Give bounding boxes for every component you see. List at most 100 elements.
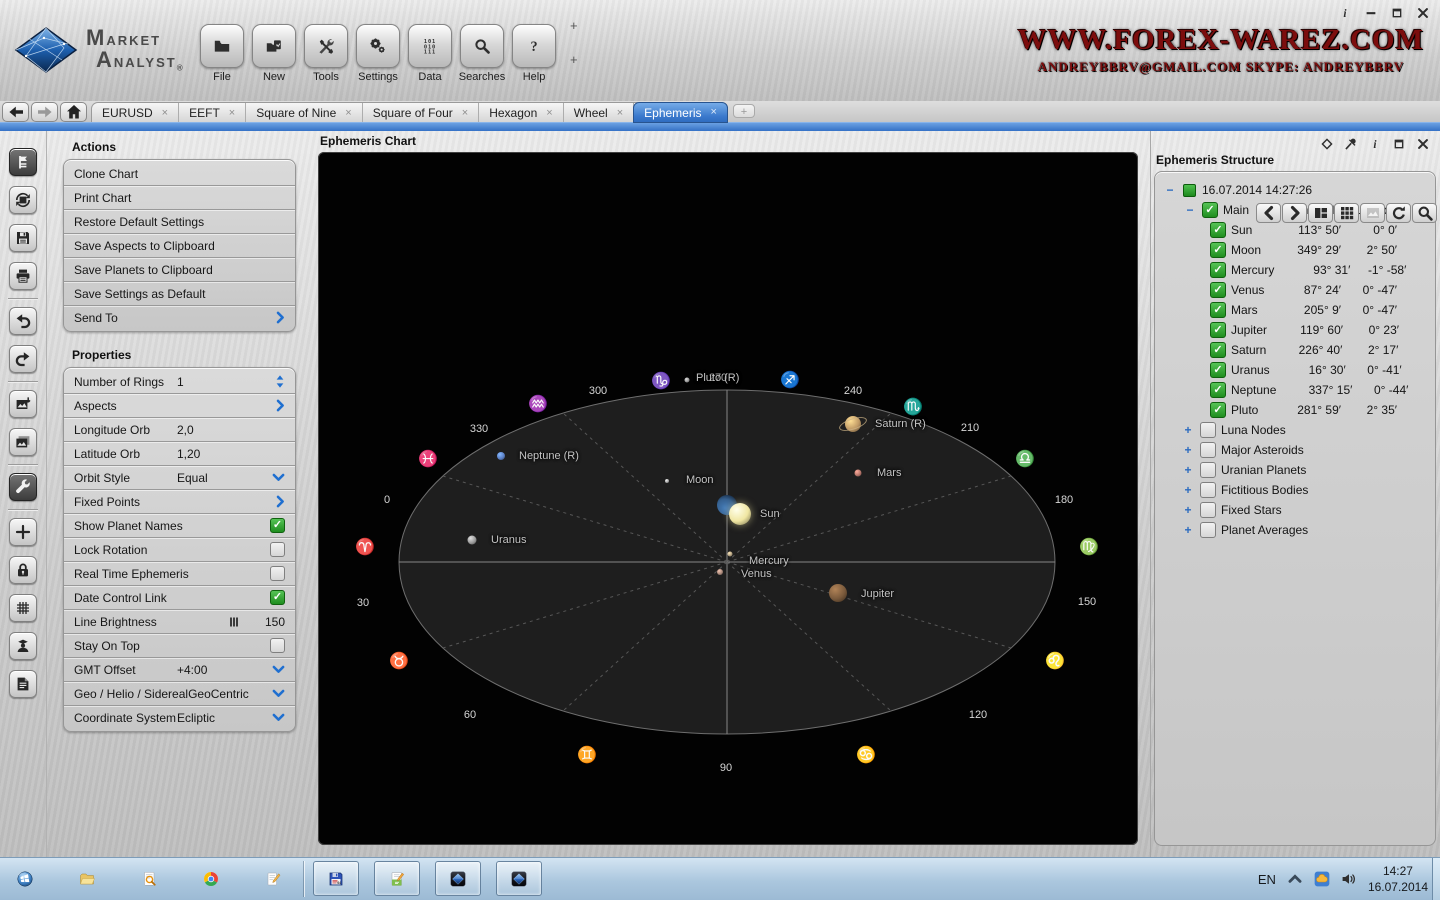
- pin-icon[interactable]: [1344, 137, 1358, 151]
- property-row-orbit-style[interactable]: Orbit StyleEqual: [64, 466, 295, 490]
- planet-uranus[interactable]: [468, 536, 477, 545]
- undo-button[interactable]: [9, 307, 37, 335]
- planet-neptune[interactable]: [497, 452, 505, 460]
- checkbox[interactable]: ✓: [1210, 342, 1226, 358]
- expand-icon[interactable]: +: [1181, 463, 1195, 477]
- chevron-down-icon[interactable]: [272, 713, 285, 722]
- toolbar-data-button[interactable]: 101010111: [408, 24, 452, 68]
- toolbar-tools-button[interactable]: [304, 24, 348, 68]
- planet-saturn[interactable]: [845, 416, 861, 432]
- grid-tool-button[interactable]: [9, 594, 37, 622]
- checkbox[interactable]: ✓: [1210, 222, 1226, 238]
- property-row-fixed-points[interactable]: Fixed Points: [64, 490, 295, 514]
- checkbox[interactable]: ✓: [270, 590, 285, 605]
- tab-close-icon[interactable]: ×: [462, 108, 468, 119]
- forward-button[interactable]: [31, 102, 58, 122]
- planet-venus[interactable]: [717, 569, 723, 575]
- checkbox[interactable]: [1200, 442, 1216, 458]
- planet-moon[interactable]: [665, 479, 669, 483]
- add-tab-button[interactable]: +: [733, 104, 755, 118]
- wrench-button[interactable]: [9, 473, 37, 501]
- tab-close-icon[interactable]: ×: [162, 108, 168, 119]
- checkbox[interactable]: [1200, 422, 1216, 438]
- checkbox[interactable]: ✓: [1210, 402, 1226, 418]
- maximize-icon[interactable]: [1390, 6, 1404, 20]
- tab-close-icon[interactable]: ×: [229, 108, 235, 119]
- diamond-icon[interactable]: [1320, 137, 1334, 151]
- expand-icon[interactable]: +: [1181, 503, 1195, 517]
- app-market-analyst-button-2[interactable]: [496, 861, 542, 896]
- structure-group-luna-nodes[interactable]: +Luna Nodes: [1159, 420, 1435, 440]
- action-item-save-settings-as-default[interactable]: Save Settings as Default: [64, 282, 295, 306]
- minimize-icon[interactable]: [1364, 6, 1378, 20]
- tab-wheel[interactable]: Wheel×: [564, 103, 634, 123]
- structure-planet-neptune[interactable]: ✓Neptune337° 15′0° -44′: [1159, 380, 1435, 400]
- structure-planet-jupiter[interactable]: ✓Jupiter119° 60′0° 23′: [1159, 320, 1435, 340]
- clock[interactable]: 14:27 16.07.2014: [1368, 863, 1428, 895]
- search-button[interactable]: [1412, 203, 1437, 223]
- ephemeris-chart-canvas[interactable]: 0306090120150180210240270300330♈♉♊♋♌♍♎♏♐…: [318, 152, 1138, 845]
- tab-square-of-four[interactable]: Square of Four×: [363, 103, 479, 123]
- notepad-button[interactable]: [256, 862, 290, 896]
- tab-scroll-left-button[interactable]: [1256, 203, 1281, 223]
- language-indicator[interactable]: EN: [1258, 872, 1276, 887]
- collapse-icon[interactable]: −: [1163, 183, 1177, 197]
- structure-group-major-asteroids[interactable]: +Major Asteroids: [1159, 440, 1435, 460]
- action-item-save-planets-to-clipboard[interactable]: Save Planets to Clipboard: [64, 258, 295, 282]
- structure-planet-venus[interactable]: ✓Venus87° 24′0° -47′: [1159, 280, 1435, 300]
- structure-planet-mars[interactable]: ✓Mars205° 9′0° -47′: [1159, 300, 1435, 320]
- checkbox[interactable]: ✓: [1210, 262, 1226, 278]
- close-icon[interactable]: [1416, 137, 1430, 151]
- tab-close-icon[interactable]: ×: [546, 108, 552, 119]
- chevron-down-icon[interactable]: [272, 665, 285, 674]
- checkbox[interactable]: ✓: [1210, 302, 1226, 318]
- property-row-longitude-orb[interactable]: Longitude Orb2,0: [64, 418, 295, 442]
- property-row-aspects[interactable]: Aspects: [64, 394, 295, 418]
- info-icon[interactable]: i: [1368, 137, 1382, 151]
- property-row-latitude-orb[interactable]: Latitude Orb1,20: [64, 442, 295, 466]
- expand-icon[interactable]: +: [1181, 423, 1195, 437]
- checkbox[interactable]: [1200, 502, 1216, 518]
- property-row-date-control-link[interactable]: Date Control Link✓: [64, 586, 295, 610]
- property-row-line-brightness[interactable]: Line Brightness150: [64, 610, 295, 634]
- planet-sun[interactable]: [729, 503, 751, 525]
- refresh-button[interactable]: [1386, 203, 1411, 223]
- collapse-icon[interactable]: −: [1183, 203, 1197, 217]
- property-row-lock-rotation[interactable]: Lock Rotation: [64, 538, 295, 562]
- search-button[interactable]: [132, 862, 166, 896]
- property-row-geo-helio-sidereal[interactable]: Geo / Helio / SiderealGeoCentric: [64, 682, 295, 706]
- property-row-show-planet-names[interactable]: Show Planet Names✓: [64, 514, 295, 538]
- print-button[interactable]: [9, 262, 37, 290]
- action-item-send-to[interactable]: Send To: [64, 306, 295, 329]
- checkbox[interactable]: [1200, 522, 1216, 538]
- add-button[interactable]: [9, 518, 37, 546]
- toolbar-settings-button[interactable]: [356, 24, 400, 68]
- image-view-button[interactable]: [1360, 203, 1385, 223]
- cloud-tray-icon[interactable]: [1314, 871, 1330, 887]
- spinner-icon[interactable]: [275, 374, 285, 389]
- back-button[interactable]: [2, 102, 29, 122]
- chart-elements-button[interactable]: [9, 148, 37, 176]
- property-row-gmt-offset[interactable]: GMT Offset+4:00: [64, 658, 295, 682]
- structure-planet-mercury[interactable]: ✓Mercury93° 31′-1° -58′: [1159, 260, 1435, 280]
- close-icon[interactable]: [1416, 6, 1430, 20]
- structure-group-fixed-stars[interactable]: +Fixed Stars: [1159, 500, 1435, 520]
- checkbox[interactable]: ✓: [1210, 382, 1226, 398]
- chevron-down-icon[interactable]: [272, 689, 285, 698]
- checkbox[interactable]: ✓: [1210, 282, 1226, 298]
- expand-icon[interactable]: +: [1181, 483, 1195, 497]
- toolbar-new-button[interactable]: [252, 24, 296, 68]
- structure-group-planet-averages[interactable]: +Planet Averages: [1159, 520, 1435, 540]
- tab-close-icon[interactable]: ×: [617, 108, 623, 119]
- app-editor-button[interactable]: [374, 861, 420, 896]
- checkbox[interactable]: ✓: [1210, 322, 1226, 338]
- expert-button[interactable]: [9, 632, 37, 660]
- checkbox[interactable]: ✓: [1210, 242, 1226, 258]
- structure-planet-pluto[interactable]: ✓Pluto281° 59′2° 35′: [1159, 400, 1435, 420]
- export-image-button[interactable]: [9, 390, 37, 418]
- grid-view-button[interactable]: [1334, 203, 1359, 223]
- structure-planet-sun[interactable]: ✓Sun113° 50′0° 0′: [1159, 220, 1435, 240]
- tab-eurusd[interactable]: EURUSD×: [92, 103, 179, 123]
- checkbox[interactable]: [1200, 462, 1216, 478]
- notes-button[interactable]: [9, 670, 37, 698]
